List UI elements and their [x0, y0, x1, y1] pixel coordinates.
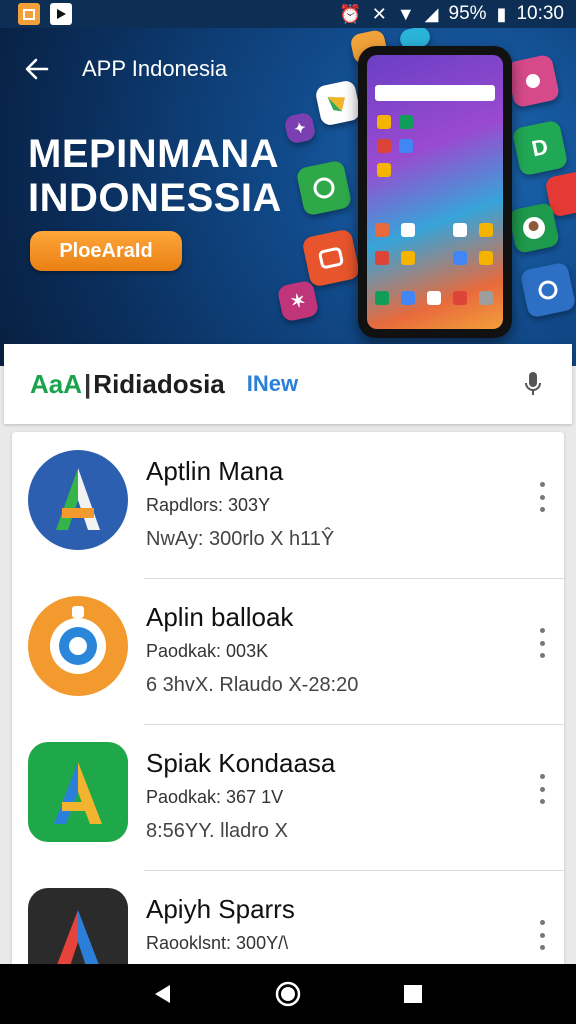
nav-back-icon[interactable] [143, 974, 183, 1014]
more-options-icon[interactable] [536, 628, 548, 658]
floating-settings-icon [519, 261, 576, 319]
play-store-notification-icon [50, 3, 72, 25]
phone-app-dot [427, 291, 441, 305]
status-left [18, 3, 72, 25]
top-app-bar: APP Indonesia [22, 54, 227, 84]
app-subtitle: Raooklsnt: 300Y/\ [146, 933, 289, 953]
app-name: Aptlin Mana [146, 456, 284, 486]
app-subtitle: Paodkak: 367 1V [146, 787, 284, 807]
floating-green-icon: D [511, 119, 569, 177]
hero-banner: APP Indonesia MEPINMANA INDONESSIA PloeA… [0, 28, 576, 366]
app-subtitle: Paodkak: 003K [146, 641, 269, 661]
search-brand: AaA | Ridiadosia [30, 369, 225, 400]
app-text: Aplin balloak Paodkak: 003K 6 3hvX. Rlau… [146, 602, 358, 697]
phone-app-dot [453, 291, 467, 305]
do-not-disturb-icon: ✕ [371, 4, 387, 24]
phone-app-dot [453, 223, 467, 237]
system-nav-bar [0, 964, 576, 1024]
nav-home-icon[interactable] [268, 974, 308, 1014]
headline-line-2: INDONESSIA [28, 176, 282, 220]
wifi-icon: ▼ [396, 4, 415, 24]
phone-app-dot [375, 223, 389, 237]
list-item[interactable]: Aplin balloak Paodkak: 003K 6 3hvX. Rlau… [12, 578, 564, 724]
more-options-icon[interactable] [536, 774, 548, 804]
floating-maps-icon [314, 79, 362, 127]
phone-app-dot [479, 223, 493, 237]
phone-app-dot [401, 291, 415, 305]
list-item[interactable]: Apiyh Sparrs Raooklsnt: 300Y/\ [12, 870, 564, 972]
search-tag-new[interactable]: INew [247, 371, 298, 397]
app-text: Spiak Kondaasa Paodkak: 367 1V 8:56YY. l… [146, 748, 335, 843]
microphone-icon[interactable] [520, 369, 546, 399]
letter-a-dark-icon [28, 888, 128, 972]
cta-button[interactable]: PloeAraId [30, 231, 182, 271]
phone-app-dot [377, 163, 391, 177]
phone-screen [367, 55, 503, 329]
phone-app-dot [377, 139, 391, 153]
clock: 10:30 [516, 3, 564, 24]
back-arrow-icon[interactable] [22, 54, 52, 84]
floating-message-icon [301, 228, 361, 288]
phone-app-dot [479, 251, 493, 265]
list-item[interactable]: Aptlin Mana Rapdlors: 303Y NwAy: 300rlo … [12, 432, 564, 578]
app-meta: 6 3hvX. Rlaudo X-28:20 [146, 674, 359, 696]
phone-app-dot [399, 115, 413, 129]
brand-separator: | [84, 368, 92, 399]
floating-avatar-icon [507, 201, 561, 255]
phone-illustration [358, 46, 512, 338]
floating-star-icon: ✶ [276, 279, 320, 323]
search-bar[interactable]: AaA | Ridiadosia INew [4, 344, 572, 424]
more-options-icon[interactable] [536, 920, 548, 950]
letter-a-blue-icon [28, 450, 128, 550]
letter-a-green-icon [28, 742, 128, 842]
phone-app-dot [375, 291, 389, 305]
phone-app-dot [453, 251, 467, 265]
signal-icon: ◢ [424, 4, 439, 24]
brand-mark: AaA [30, 368, 83, 399]
app-meta: 8:56YY. lladro X [146, 820, 288, 842]
notification-app-icon [18, 3, 40, 25]
headline-line-1: MEPINMANA [28, 132, 280, 176]
list-item[interactable]: Spiak Kondaasa Paodkak: 367 1V 8:56YY. l… [12, 724, 564, 870]
phone-app-dot [479, 291, 493, 305]
battery-percent: 95% [448, 3, 487, 24]
hero-headline: MEPINMANA INDONESSIA [28, 132, 282, 220]
page-title: APP Indonesia [82, 56, 228, 81]
phone-app-dot [401, 223, 415, 237]
alarm-icon: ⏰ [339, 4, 362, 24]
floating-pink-icon [505, 53, 561, 109]
phone-app-dot [377, 115, 391, 129]
app-name: Spiak Kondaasa [146, 748, 336, 778]
app-subtitle: Rapdlors: 303Y [146, 495, 271, 515]
more-options-icon[interactable] [536, 482, 548, 512]
phone-search-bar [375, 85, 495, 101]
app-text: Apiyh Sparrs Raooklsnt: 300Y/\ [146, 894, 295, 954]
status-right: ⏰ ✕ ▼ ◢ 95% ▮ 10:30 [339, 3, 564, 25]
floating-puzzle-icon: ✦ [283, 111, 317, 145]
status-bar: ⏰ ✕ ▼ ◢ 95% ▮ 10:30 [0, 0, 576, 28]
floating-chat-icon [295, 159, 353, 217]
camera-orange-icon [28, 596, 128, 696]
app-name: Aplin balloak [146, 602, 294, 632]
app-meta: NwAy: 300rlo X h11Ŷ [146, 528, 335, 550]
brand-name: Ridiadosia [93, 368, 225, 399]
phone-app-dot [401, 251, 415, 265]
app-name: Apiyh Sparrs [146, 894, 295, 924]
phone-app-dot [399, 139, 413, 153]
nav-recents-icon[interactable] [393, 974, 433, 1014]
phone-app-dot [375, 251, 389, 265]
app-text: Aptlin Mana Rapdlors: 303Y NwAy: 300rlo … [146, 456, 334, 551]
battery-icon: ▮ [496, 4, 507, 24]
app-list: Aptlin Mana Rapdlors: 303Y NwAy: 300rlo … [12, 432, 564, 972]
